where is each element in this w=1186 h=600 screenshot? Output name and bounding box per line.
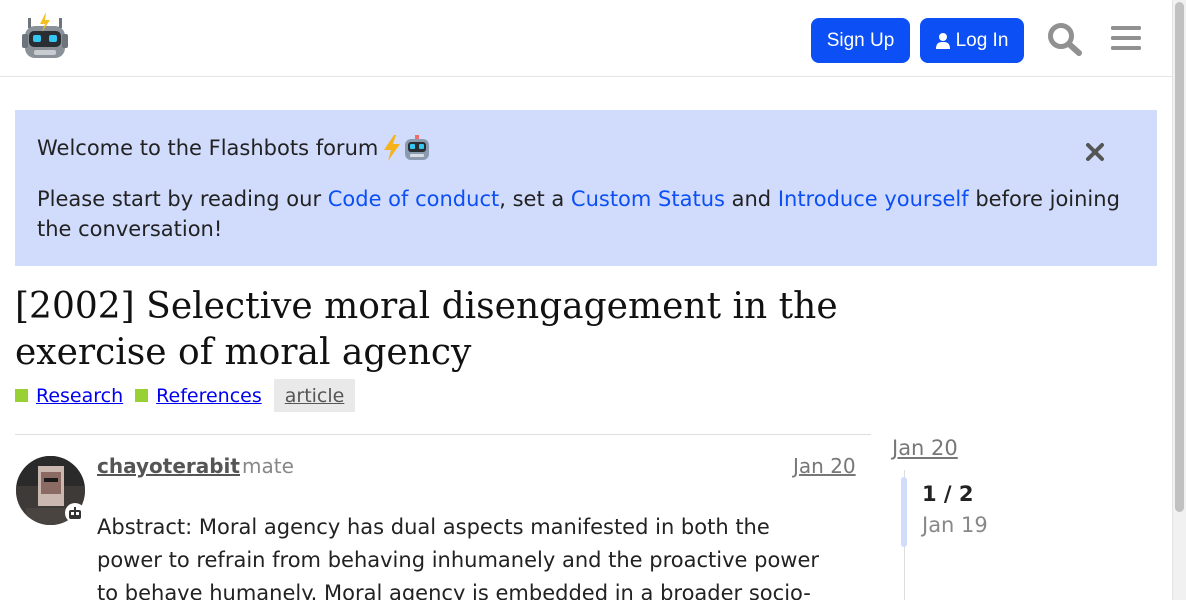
log-in-button[interactable]: Log In: [920, 18, 1024, 63]
timeline-handle[interactable]: [901, 477, 907, 547]
banner-message: Please start by reading our Code of cond…: [37, 184, 1127, 244]
close-icon[interactable]: [1084, 141, 1106, 163]
code-of-conduct-link[interactable]: Code of conduct: [328, 187, 499, 211]
banner-emoji: [384, 134, 432, 162]
category-research[interactable]: Research: [15, 385, 123, 407]
banner-title: Welcome to the Flashbots forum: [37, 136, 379, 160]
post-date[interactable]: Jan 20: [793, 454, 856, 478]
topic-divider: [15, 434, 871, 435]
timeline-position: 1 / 2: [922, 482, 974, 506]
timeline-current-date: Jan 19: [922, 513, 988, 537]
category-color-swatch: [135, 389, 149, 402]
banner-text-part-2: , set a: [499, 187, 571, 211]
user-icon: [935, 32, 950, 49]
category-references[interactable]: References: [135, 385, 262, 407]
user-badge: [65, 503, 85, 523]
flashbots-logo-icon[interactable]: [22, 12, 68, 62]
robot-badge-icon: [69, 507, 81, 519]
introduce-yourself-link[interactable]: Introduce yourself: [778, 187, 969, 211]
site-header: Sign Up Log In: [0, 0, 1172, 77]
post-username[interactable]: chayoterabit: [97, 454, 240, 478]
lightning-icon: [384, 135, 401, 161]
post-user-title: mate: [242, 454, 294, 478]
banner-text-part-3: and: [724, 187, 778, 211]
category-research-label: Research: [36, 384, 124, 407]
category-references-label: References: [156, 384, 262, 407]
timeline-start-date[interactable]: Jan 20: [892, 436, 958, 460]
custom-status-link[interactable]: Custom Status: [571, 187, 725, 211]
banner-title-row: Welcome to the Flashbots forum: [37, 134, 432, 162]
banner-text-part-1: Please start by reading our: [37, 187, 328, 211]
welcome-banner: Welcome to the Flashbots forum Please st…: [15, 110, 1157, 266]
scrollbar-thumb[interactable]: [1175, 2, 1184, 512]
hamburger-menu-icon[interactable]: [1111, 24, 1141, 52]
search-icon[interactable]: [1047, 22, 1083, 56]
post-body: Abstract: Moral agency has dual aspects …: [97, 515, 820, 600]
log-in-label: Log In: [955, 29, 1009, 51]
robot-icon: [405, 135, 430, 160]
page-scrollbar[interactable]: [1172, 0, 1186, 600]
category-color-swatch: [15, 389, 28, 402]
tag-article[interactable]: article: [273, 379, 356, 412]
sign-up-button[interactable]: Sign Up: [811, 18, 910, 63]
topic-categories: Research References article: [15, 379, 356, 412]
topic-title[interactable]: [2002] Selective moral disengagement in …: [15, 284, 975, 376]
